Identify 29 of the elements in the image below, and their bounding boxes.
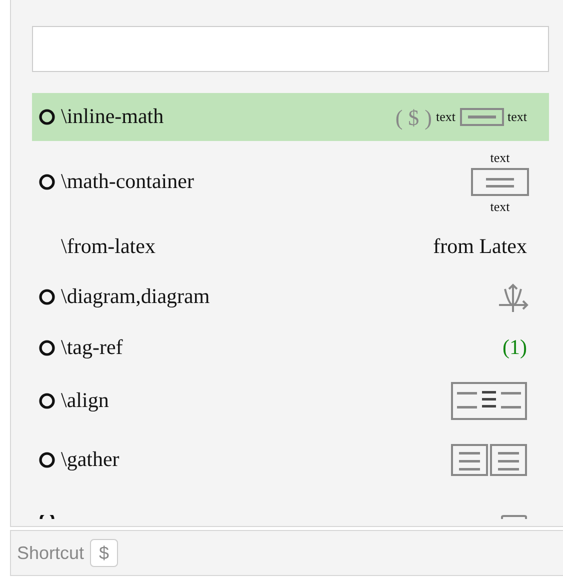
command-label: \from-latex xyxy=(61,233,156,260)
search-field[interactable] xyxy=(32,26,549,72)
diagram-icon xyxy=(497,281,531,313)
shortcut-label: Shortcut xyxy=(17,542,84,564)
command-label: \gather xyxy=(61,446,120,474)
command-label: \align xyxy=(61,387,109,414)
preview-text: text xyxy=(508,108,527,126)
preview-text: text xyxy=(436,108,456,126)
gather-icon xyxy=(451,444,527,476)
align-icon xyxy=(451,382,527,420)
math-box-icon xyxy=(460,108,504,126)
preview-text: text xyxy=(490,151,510,164)
menu-item[interactable]: \diagram,diagram xyxy=(32,271,549,323)
command-label: \math-container xyxy=(61,168,194,196)
preview-text: from Latex xyxy=(433,233,527,260)
shortcut-key: $ xyxy=(90,539,118,567)
command-label: \tag-ref xyxy=(61,334,123,362)
menu-item[interactable]: \align xyxy=(32,373,549,429)
command-label: \inline-math xyxy=(61,103,164,130)
menu-item[interactable]: \from-latex from Latex xyxy=(32,223,549,271)
menu-item[interactable]: \tag-ref (1) xyxy=(32,323,549,373)
command-label: \diagram,diagram xyxy=(61,283,210,310)
box-icon xyxy=(501,515,527,519)
menu-item[interactable]: \gather xyxy=(32,429,549,491)
menu-item[interactable]: \math-container text text xyxy=(32,141,549,223)
tag-number: (1) xyxy=(502,334,527,362)
dollar-symbol: ( $ ) xyxy=(395,104,432,132)
preview-text: text xyxy=(490,200,510,213)
math-box-icon xyxy=(471,168,529,196)
